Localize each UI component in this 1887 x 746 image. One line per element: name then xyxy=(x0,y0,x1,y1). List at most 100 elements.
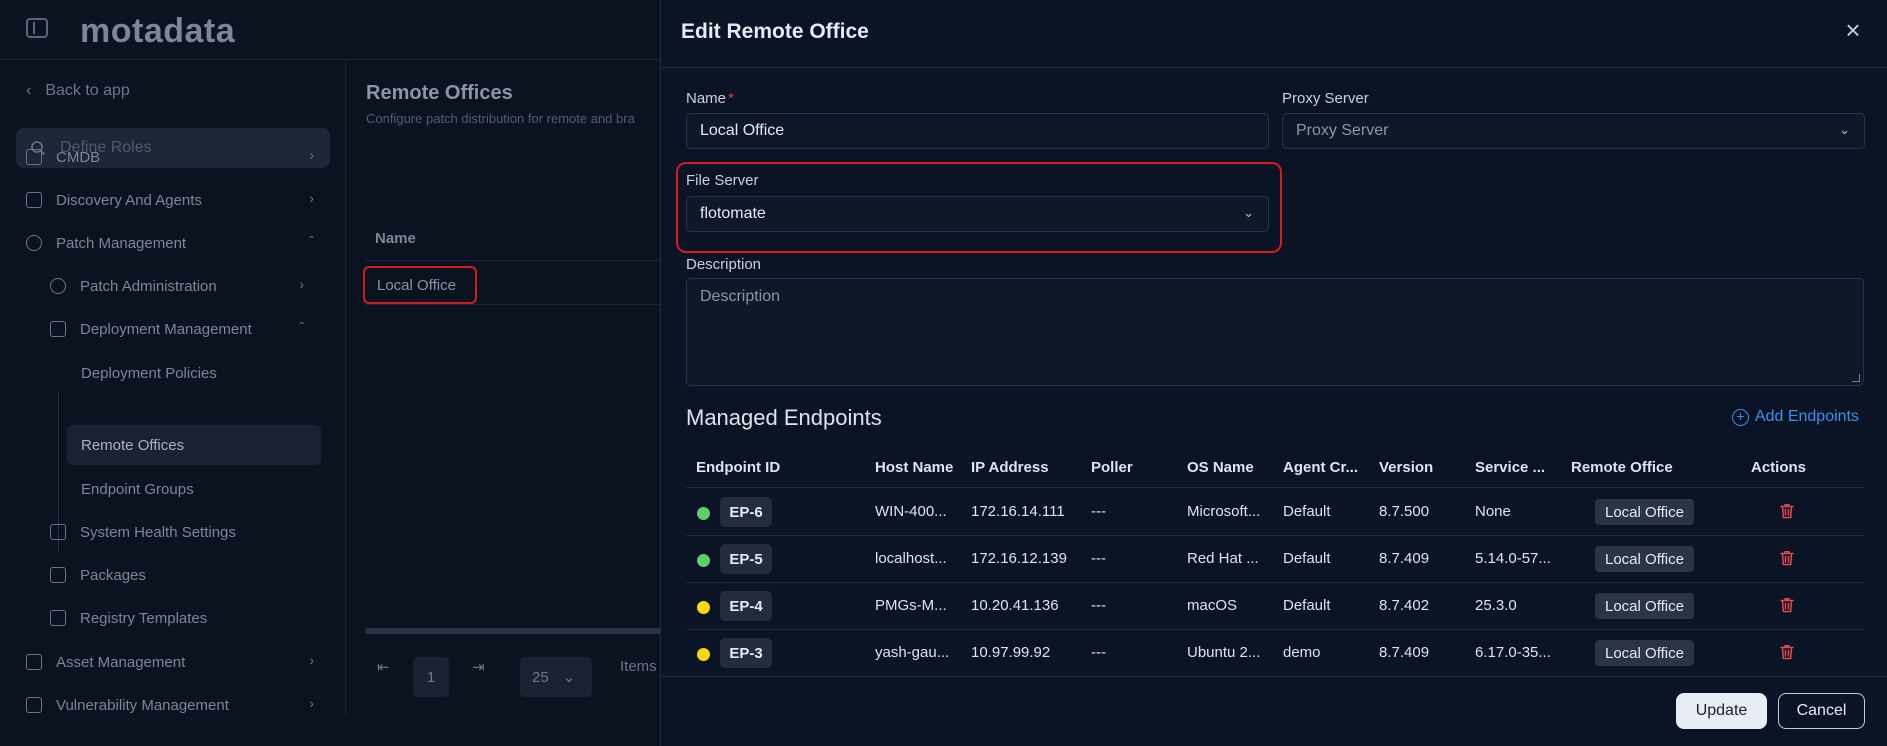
cancel-button[interactable]: Cancel xyxy=(1778,693,1865,729)
column-header[interactable]: Endpoint ID xyxy=(696,459,780,476)
delete-icon[interactable] xyxy=(1780,644,1794,660)
status-dot-icon xyxy=(697,648,710,661)
column-header[interactable]: Poller xyxy=(1091,459,1133,476)
close-icon[interactable]: × xyxy=(1841,17,1865,43)
table-row: EP-4 PMGs-M... 10.20.41.136 --- macOS Default… xyxy=(686,583,1864,630)
column-header[interactable]: Agent Cr... xyxy=(1283,459,1358,476)
column-header[interactable]: Remote Office xyxy=(1571,459,1673,476)
cell-ip: 10.20.41.136 xyxy=(971,597,1059,614)
package-icon xyxy=(50,567,66,583)
sidebar-item-asset-management[interactable]: Asset Management › xyxy=(26,652,314,672)
registry-icon xyxy=(50,610,66,626)
chevron-up-icon: ˆ xyxy=(299,319,304,335)
endpoints-table-header: Endpoint ID Host Name IP Address Poller … xyxy=(686,448,1864,488)
page-number[interactable]: 1 xyxy=(413,657,449,697)
endpoint-id-badge[interactable]: EP-5 xyxy=(720,544,772,574)
header-divider xyxy=(661,67,1887,68)
remote-office-tag: Local Office xyxy=(1595,546,1694,572)
chevron-down-icon: ⌄ xyxy=(1243,205,1254,220)
name-label: Name * xyxy=(686,90,734,107)
sidebar: ‹ Back to app CMDB› Discovery And Agents… xyxy=(0,60,346,715)
back-to-app-link[interactable]: ‹ Back to app xyxy=(26,82,130,100)
table-row: EP-3 yash-gau... 10.97.99.92 --- Ubuntu 2...… xyxy=(686,630,1864,677)
last-page-icon[interactable]: ⇥ xyxy=(472,658,485,676)
sidebar-item-patch-administration[interactable]: Patch Administration › xyxy=(50,276,304,296)
sidebar-item-endpoint-groups[interactable]: Endpoint Groups xyxy=(81,479,311,499)
sidebar-item-registry-templates[interactable]: Registry Templates xyxy=(50,608,304,628)
sidebar-item-system-health[interactable]: System Health Settings xyxy=(50,522,304,542)
cell-os: Microsoft... xyxy=(1187,503,1261,520)
endpoint-id-badge[interactable]: EP-3 xyxy=(720,638,772,668)
delete-icon[interactable] xyxy=(1780,597,1794,613)
column-header[interactable]: OS Name xyxy=(1187,459,1254,476)
remote-office-tag: Local Office xyxy=(1595,640,1694,666)
horizontal-scrollbar[interactable] xyxy=(365,628,665,634)
deployment-icon xyxy=(50,321,66,337)
cell-host: yash-gau... xyxy=(875,644,950,661)
cell-host: PMGs-M... xyxy=(875,597,947,614)
row-divider xyxy=(365,260,665,261)
file-server-label: File Server xyxy=(686,172,759,189)
endpoint-id-badge[interactable]: EP-6 xyxy=(720,497,772,527)
chevron-down-icon: ⌄ xyxy=(1839,122,1850,137)
proxy-server-select[interactable]: Proxy Server ⌄ xyxy=(1282,113,1865,149)
sidebar-item-deployment-policies[interactable]: Deployment Policies xyxy=(81,363,311,383)
column-header[interactable]: Version xyxy=(1379,459,1433,476)
cmdb-icon xyxy=(26,149,42,165)
sidebar-item-discovery[interactable]: Discovery And Agents › xyxy=(26,190,314,210)
cell-poller: --- xyxy=(1091,644,1106,661)
table-row: EP-5 localhost... 172.16.12.139 --- Red Hat … xyxy=(686,536,1864,583)
cell-poller: --- xyxy=(1091,550,1106,567)
per-page-select[interactable]: 25 ⌄ xyxy=(520,657,592,697)
local-office-row[interactable]: Local Office xyxy=(363,266,477,304)
first-page-icon[interactable]: ⇤ xyxy=(377,658,390,676)
vulnerability-icon xyxy=(26,697,42,713)
items-label: Items xyxy=(620,658,657,675)
row-divider xyxy=(365,304,665,305)
cell-agent: Default xyxy=(1283,550,1331,567)
column-header[interactable]: Service ... xyxy=(1475,459,1545,476)
sidebar-item-deployment-management[interactable]: Deployment Management ˆ xyxy=(50,319,304,339)
cell-version: 8.7.409 xyxy=(1379,644,1430,661)
cell-poller: --- xyxy=(1091,597,1106,614)
sidebar-item-remote-offices[interactable]: Remote Offices xyxy=(67,425,321,465)
cell-os: macOS xyxy=(1187,597,1238,614)
remote-office-tag: Local Office xyxy=(1595,499,1694,525)
sidebar-item-patch-management[interactable]: Patch Management ˆ xyxy=(26,233,314,253)
column-header[interactable]: IP Address xyxy=(971,459,1049,476)
delete-icon[interactable] xyxy=(1780,550,1794,566)
description-textarea[interactable]: Description xyxy=(686,278,1864,386)
page-title: Remote Offices xyxy=(366,82,513,104)
discovery-icon xyxy=(26,192,42,208)
cell-ip: 10.97.99.92 xyxy=(971,644,1051,661)
column-header[interactable]: Host Name xyxy=(875,459,953,476)
cell-host: localhost... xyxy=(875,550,947,567)
health-icon xyxy=(50,524,66,540)
name-column-header[interactable]: Name xyxy=(375,230,416,247)
cell-ip: 172.16.12.139 xyxy=(971,550,1067,567)
file-server-select[interactable]: flotomate ⌄ xyxy=(686,196,1269,232)
sidebar-item-vulnerability-management[interactable]: Vulnerability Management › xyxy=(26,695,314,715)
sidebar-toggle-icon[interactable] xyxy=(26,18,48,38)
update-button[interactable]: Update xyxy=(1676,693,1767,729)
column-header: Actions xyxy=(1751,459,1807,476)
admin-icon xyxy=(50,278,66,294)
cell-version: 8.7.409 xyxy=(1379,550,1430,567)
managed-endpoints-title: Managed Endpoints xyxy=(686,405,882,430)
add-endpoints-button[interactable]: + Add Endpoints xyxy=(1731,408,1859,426)
description-label: Description xyxy=(686,256,762,273)
name-input[interactable]: Local Office xyxy=(686,113,1269,149)
cell-agent: Default xyxy=(1283,503,1331,520)
footer-divider xyxy=(661,676,1887,677)
asset-icon xyxy=(26,654,42,670)
cell-service: 6.17.0-35... xyxy=(1475,644,1551,661)
endpoint-id-badge[interactable]: EP-4 xyxy=(720,591,772,621)
chevron-right-icon: › xyxy=(309,695,314,711)
delete-icon[interactable] xyxy=(1780,503,1794,519)
chevron-down-icon: ⌄ xyxy=(562,669,576,686)
sidebar-item-packages[interactable]: Packages xyxy=(50,565,304,585)
patch-icon xyxy=(26,235,42,251)
resize-handle-icon[interactable] xyxy=(1852,374,1860,382)
chevron-right-icon: › xyxy=(299,276,304,292)
sidebar-item-cmdb[interactable]: CMDB › xyxy=(26,147,314,167)
